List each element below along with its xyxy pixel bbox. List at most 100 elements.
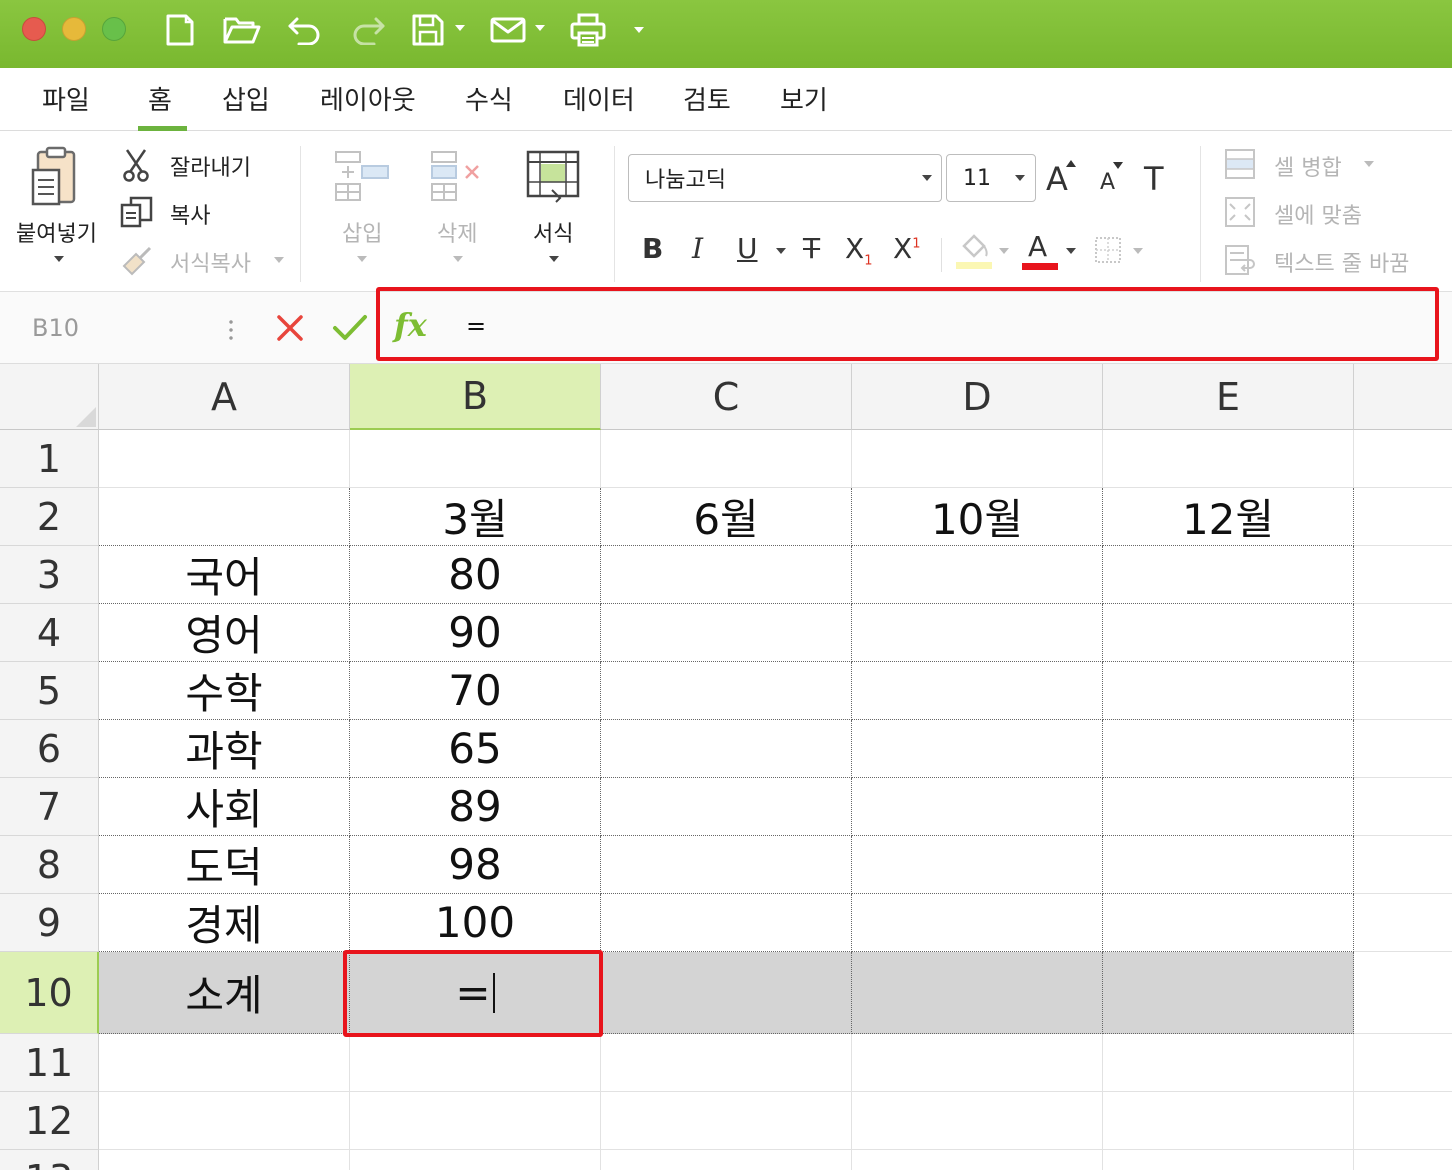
cell-a2[interactable] [99,488,350,546]
border-icon[interactable] [1094,236,1122,268]
underline-dropdown-icon[interactable] [776,248,786,254]
format-button[interactable]: 서식 [533,216,573,248]
save-icon[interactable] [410,12,446,48]
column-header-b[interactable]: B [350,364,601,430]
cell-overflow-4[interactable] [1354,604,1452,662]
cell-overflow-3[interactable] [1354,546,1452,604]
cell-d6[interactable] [852,720,1103,778]
cell-b5[interactable]: 70 [350,662,601,720]
column-header-overflow[interactable] [1354,364,1452,430]
font-size-dropdown-icon[interactable] [1015,175,1025,181]
paste-button[interactable]: 붙여넣기 [16,216,97,248]
undo-icon[interactable] [285,12,325,48]
font-name-dropdown[interactable]: 나눔고딕 [628,154,942,202]
border-dropdown-icon[interactable] [1133,248,1143,254]
cancel-icon[interactable] [276,314,304,346]
cell-a11[interactable] [99,1034,350,1092]
cell-overflow-9[interactable] [1354,894,1452,952]
delete-button[interactable]: 삭제 [437,216,477,248]
customize-icon[interactable] [634,27,644,33]
cell-a9[interactable]: 경제 [99,894,350,952]
cell-e1[interactable] [1103,430,1354,488]
cell-overflow-13[interactable] [1354,1150,1452,1170]
maximize-window-button[interactable] [102,17,126,41]
cell-c9[interactable] [601,894,852,952]
tab-layout[interactable]: 레이아웃 [320,80,416,117]
cell-c2[interactable]: 6월 [601,488,852,546]
cell-b3[interactable]: 80 [350,546,601,604]
new-document-icon[interactable] [162,12,198,48]
cell-overflow-10[interactable] [1354,952,1452,1034]
cell-c12[interactable] [601,1092,852,1150]
cell-c1[interactable] [601,430,852,488]
row-header-8[interactable]: 8 [0,836,99,894]
cell-overflow-11[interactable] [1354,1034,1452,1092]
font-color-button[interactable]: A [1022,230,1058,270]
cell-b11[interactable] [350,1034,601,1092]
font-color-dropdown-icon[interactable] [1066,248,1076,254]
email-dropdown-icon[interactable] [535,25,545,31]
cell-a12[interactable] [99,1092,350,1150]
close-window-button[interactable] [22,17,46,41]
tab-formula[interactable]: 수식 [465,80,513,117]
cell-c10[interactable] [601,952,852,1034]
column-header-c[interactable]: C [601,364,852,430]
cell-b8[interactable]: 98 [350,836,601,894]
cell-c6[interactable] [601,720,852,778]
cell-e8[interactable] [1103,836,1354,894]
cell-c3[interactable] [601,546,852,604]
cell-b9[interactable]: 100 [350,894,601,952]
tab-data[interactable]: 데이터 [563,80,635,117]
cell-c4[interactable] [601,604,852,662]
cell-b13[interactable] [350,1150,601,1170]
print-icon[interactable] [570,12,606,48]
row-header-4[interactable]: 4 [0,604,99,662]
column-header-d[interactable]: D [852,364,1103,430]
paste-icon[interactable] [30,146,84,212]
row-header-3[interactable]: 3 [0,546,99,604]
cell-d5[interactable] [852,662,1103,720]
paste-dropdown-icon[interactable] [54,256,64,262]
format-painter-button[interactable]: 서식복사 [170,246,251,278]
redo-icon[interactable] [348,12,388,48]
italic-button[interactable]: I [692,232,703,265]
strikethrough-button[interactable]: T [803,232,820,265]
cell-e6[interactable] [1103,720,1354,778]
fit-to-cell-button[interactable]: 셀에 맞춤 [1274,198,1362,230]
copy-button[interactable]: 복사 [170,198,210,230]
cell-c5[interactable] [601,662,852,720]
clear-format-button[interactable]: T [1144,160,1164,198]
cell-d7[interactable] [852,778,1103,836]
cell-e11[interactable] [1103,1034,1354,1092]
delete-dropdown-icon[interactable] [453,256,463,262]
name-box[interactable]: B10 [32,314,79,342]
cell-d4[interactable] [852,604,1103,662]
cell-d11[interactable] [852,1034,1103,1092]
cell-a7[interactable]: 사회 [99,778,350,836]
tab-home[interactable]: 홈 [148,80,172,117]
tab-review[interactable]: 검토 [683,80,731,117]
cell-a8[interactable]: 도덕 [99,836,350,894]
cell-e2[interactable]: 12월 [1103,488,1354,546]
row-header-12[interactable]: 12 [0,1092,99,1150]
row-header-1[interactable]: 1 [0,430,99,488]
cell-d3[interactable] [852,546,1103,604]
cell-a13[interactable] [99,1150,350,1170]
cell-b1[interactable] [350,430,601,488]
fill-color-dropdown-icon[interactable] [999,248,1009,254]
cell-b4[interactable]: 90 [350,604,601,662]
row-header-5[interactable]: 5 [0,662,99,720]
fill-color-icon[interactable] [956,232,992,274]
tab-file[interactable]: 파일 [42,80,90,117]
cell-a10[interactable]: 소계 [99,952,350,1034]
cell-overflow-8[interactable] [1354,836,1452,894]
cell-overflow-12[interactable] [1354,1092,1452,1150]
confirm-icon[interactable] [332,314,368,346]
cell-d9[interactable] [852,894,1103,952]
column-header-e[interactable]: E [1103,364,1354,430]
superscript-button[interactable]: X1 [893,232,920,265]
cell-b12[interactable] [350,1092,601,1150]
cell-a1[interactable] [99,430,350,488]
row-header-10[interactable]: 10 [0,952,99,1034]
wrap-text-button[interactable]: 텍스트 줄 바꿈 [1274,246,1409,278]
